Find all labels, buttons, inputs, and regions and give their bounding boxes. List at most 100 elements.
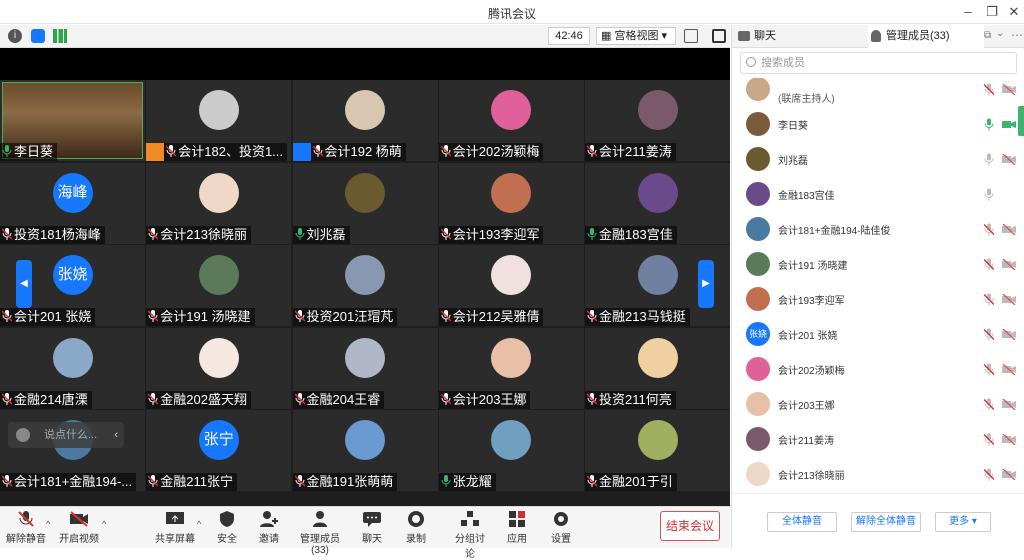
participant-tile[interactable]: 会计203王娜: [438, 327, 584, 409]
member-row[interactable]: 刘兆磊: [732, 142, 1024, 177]
mic-muted-icon[interactable]: [984, 433, 994, 446]
member-row[interactable]: 会计193李迎军: [732, 282, 1024, 317]
member-row[interactable]: 会计202汤颖梅: [732, 352, 1024, 387]
record-button[interactable]: 录制: [404, 510, 428, 545]
popout-icon[interactable]: ⧉: [984, 30, 991, 41]
maximize-icon[interactable]: ❐: [982, 4, 1002, 20]
security-button[interactable]: 安全: [212, 510, 242, 545]
prev-page-arrow[interactable]: ◀: [16, 260, 32, 308]
mic-muted-icon[interactable]: [984, 363, 994, 376]
participant-tile[interactable]: 金融183宫佳: [585, 162, 730, 244]
camera-off-icon[interactable]: [1002, 154, 1016, 165]
camera-off-icon[interactable]: [1002, 434, 1016, 445]
tab-chat[interactable]: 聊天: [736, 25, 776, 48]
member-row[interactable]: 金融183宫佳: [732, 177, 1024, 212]
signal-icon[interactable]: [53, 29, 67, 43]
mic-muted-icon[interactable]: [984, 398, 994, 411]
mic-icon[interactable]: [984, 118, 994, 131]
participant-tile[interactable]: 海峰 投资181杨海峰: [0, 162, 145, 244]
unmute-all-button[interactable]: 解除全体静音: [851, 512, 921, 532]
participant-tile[interactable]: 会计202汤颖梅: [438, 80, 584, 161]
participant-tile[interactable]: 张龙耀: [438, 410, 584, 491]
participant-tile[interactable]: 会计192 杨萌: [292, 80, 438, 161]
minimize-icon[interactable]: –: [958, 4, 978, 19]
mic-muted-icon[interactable]: [984, 293, 994, 306]
mic-icon[interactable]: [984, 188, 994, 201]
participant-tile[interactable]: 会计182、投资1...: [146, 80, 292, 161]
participant-tile[interactable]: 金融204王睿: [292, 327, 438, 409]
fullscreen-icon[interactable]: [684, 29, 698, 43]
mic-muted-icon[interactable]: [984, 468, 994, 481]
participant-tile[interactable]: 投资211何亮: [585, 327, 730, 409]
participant-tile[interactable]: 会计191 汤晓建: [146, 245, 292, 326]
tab-members[interactable]: 管理成员(33): [868, 25, 984, 49]
view-mode-dropdown[interactable]: ▦ 宫格视图 ▾: [596, 27, 676, 45]
camera-off-icon[interactable]: [1002, 469, 1016, 480]
close-icon[interactable]: ✕: [1004, 4, 1024, 20]
participant-tile[interactable]: 金融191张萌萌: [292, 410, 438, 491]
camera-off-icon[interactable]: [1002, 399, 1016, 410]
mic-muted-icon[interactable]: [984, 258, 994, 271]
camera-off-icon[interactable]: [1002, 364, 1016, 375]
participant-tile[interactable]: 会计211姜涛: [585, 80, 730, 161]
start-video-button[interactable]: 开启视频: [58, 510, 100, 545]
chevron-left-icon[interactable]: ‹: [114, 422, 118, 448]
mic-muted-icon[interactable]: [984, 83, 994, 96]
mic-options-caret[interactable]: ^: [46, 519, 50, 529]
share-options-caret[interactable]: ^: [197, 519, 201, 529]
member-row[interactable]: 会计211姜涛: [732, 422, 1024, 457]
more-icon[interactable]: ⋯: [1011, 28, 1023, 42]
participant-name-label: 李日葵: [0, 143, 58, 161]
participant-tile[interactable]: 会计212吴雅倩: [438, 245, 584, 326]
member-row[interactable]: 会计203王娜: [732, 387, 1024, 422]
apps-button[interactable]: 应用: [505, 510, 529, 545]
member-row[interactable]: 会计181+金融194-陆佳俊: [732, 212, 1024, 247]
member-search-input[interactable]: 搜索成员: [740, 52, 1017, 74]
participant-tile[interactable]: 金融202盛天翔: [146, 327, 292, 409]
participant-tile[interactable]: 李日葵: [0, 80, 145, 161]
chat-bubble[interactable]: 说点什么... ‹: [8, 422, 124, 448]
chevron-down-icon[interactable]: ⌄: [996, 28, 1004, 39]
invite-button[interactable]: 邀请: [254, 510, 284, 545]
participant-tile[interactable]: 刘兆磊: [292, 162, 438, 244]
manage-members-button[interactable]: 管理成员(33): [292, 510, 348, 556]
participant-name: 会计211姜涛: [599, 144, 672, 159]
member-row[interactable]: 会计191 汤晓建: [732, 247, 1024, 282]
camera-off-icon[interactable]: [1002, 259, 1016, 270]
end-meeting-button[interactable]: 结束会议: [660, 511, 720, 541]
next-page-arrow[interactable]: ▶: [698, 260, 714, 308]
unmute-button[interactable]: 解除静音: [6, 510, 46, 545]
camera-off-icon[interactable]: [1002, 84, 1016, 95]
more-label: 更多: [949, 516, 970, 527]
member-row[interactable]: 李日葵: [732, 107, 1024, 142]
camera-off-icon[interactable]: [1002, 224, 1016, 235]
mic-muted-icon[interactable]: [984, 223, 994, 236]
participant-tile[interactable]: 会计213徐晓丽: [146, 162, 292, 244]
camera-off-icon[interactable]: [1002, 329, 1016, 340]
sidebar-toggle-icon[interactable]: [712, 29, 726, 43]
share-screen-button[interactable]: 共享屏幕: [155, 510, 195, 545]
info-icon[interactable]: i: [8, 29, 22, 43]
mic-icon[interactable]: [984, 153, 994, 166]
camera-icon[interactable]: [1002, 119, 1016, 130]
participant-tile[interactable]: 投资201汪瑁芃: [292, 245, 438, 326]
participant-tile[interactable]: 会计193李迎军: [438, 162, 584, 244]
shield-icon[interactable]: [31, 29, 45, 43]
camera-off-icon[interactable]: [1002, 294, 1016, 305]
settings-button[interactable]: 设置: [549, 510, 573, 545]
mute-all-button[interactable]: 全体静音: [767, 512, 837, 532]
side-handle[interactable]: [1018, 106, 1024, 136]
member-row[interactable]: 张娆 会计201 张娆: [732, 317, 1024, 352]
participant-tile[interactable]: 张宁 金融211张宁: [146, 410, 292, 491]
breakout-button[interactable]: 分组讨论: [452, 510, 488, 560]
chat-button[interactable]: 聊天: [360, 510, 384, 545]
member-row[interactable]: 会计213徐晓丽: [732, 457, 1024, 492]
mic-muted-icon[interactable]: [984, 328, 994, 341]
video-options-caret[interactable]: ^: [102, 519, 106, 529]
avatar: [637, 172, 678, 213]
participant-tile[interactable]: 金融214唐溧: [0, 327, 145, 409]
participant-tile[interactable]: 金融201于引: [585, 410, 730, 491]
more-button[interactable]: 更多 ▾: [935, 512, 991, 532]
emoji-icon[interactable]: [16, 428, 30, 442]
member-row[interactable]: (联席主持人): [732, 78, 1024, 107]
